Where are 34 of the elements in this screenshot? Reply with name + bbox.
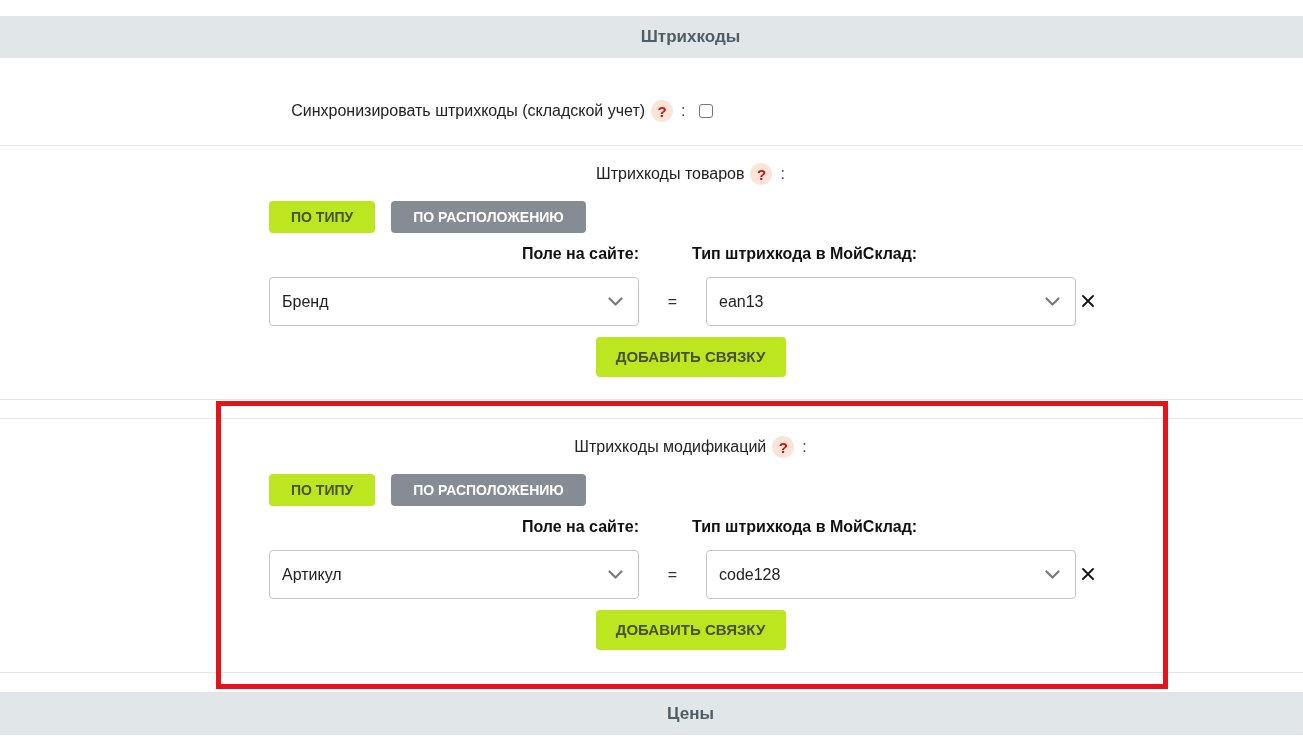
chevron-down-icon (1045, 570, 1060, 579)
section-title: Цены (667, 702, 714, 725)
help-icon[interactable]: ? (772, 436, 795, 458)
select-field[interactable]: ean13 (706, 277, 1076, 326)
column-label: Поле на сайте: (521, 517, 639, 537)
column-label: Тип штрихкода в МойСклад: (692, 517, 918, 537)
add-mapping-button[interactable]: ДОБАВИТЬ СВЯЗКУ (595, 610, 786, 650)
chevron-down-icon (608, 297, 623, 306)
group-title: Штрихкоды модификаций (574, 437, 767, 457)
help-icon[interactable]: ? (750, 163, 773, 185)
help-icon[interactable]: ? (651, 100, 674, 122)
equals-sign: = (667, 564, 678, 585)
mode-tab[interactable]: ПО РАСПОЛОЖЕНИЮ (391, 201, 586, 233)
close-icon[interactable] (1082, 294, 1094, 307)
mode-tab[interactable]: ПО ТИПУ (269, 474, 376, 506)
colon-text: : (681, 101, 686, 121)
mode-tab[interactable]: ПО ТИПУ (269, 201, 376, 233)
close-icon[interactable] (1082, 567, 1094, 580)
sync-checkbox[interactable] (698, 104, 713, 118)
section-title: Штрихкоды (640, 26, 741, 49)
colon-text: : (780, 164, 785, 184)
column-label: Поле на сайте: (521, 244, 639, 264)
mode-tab[interactable]: ПО РАСПОЛОЖЕНИЮ (391, 474, 586, 506)
sync-label: Синхронизировать штрихкоды (складской учет) (291, 101, 646, 121)
select-field[interactable]: code128 (706, 550, 1076, 599)
colon-text: : (802, 437, 807, 457)
chevron-down-icon (608, 570, 623, 579)
select-field[interactable]: Артикул (269, 550, 639, 599)
chevron-down-icon (1045, 297, 1060, 306)
select-field[interactable]: Бренд (269, 277, 639, 326)
group-title: Штрихкоды товаров (596, 164, 745, 184)
column-label: Тип штрихкода в МойСклад: (692, 244, 918, 264)
equals-sign: = (667, 291, 678, 312)
add-mapping-button[interactable]: ДОБАВИТЬ СВЯЗКУ (595, 337, 786, 377)
